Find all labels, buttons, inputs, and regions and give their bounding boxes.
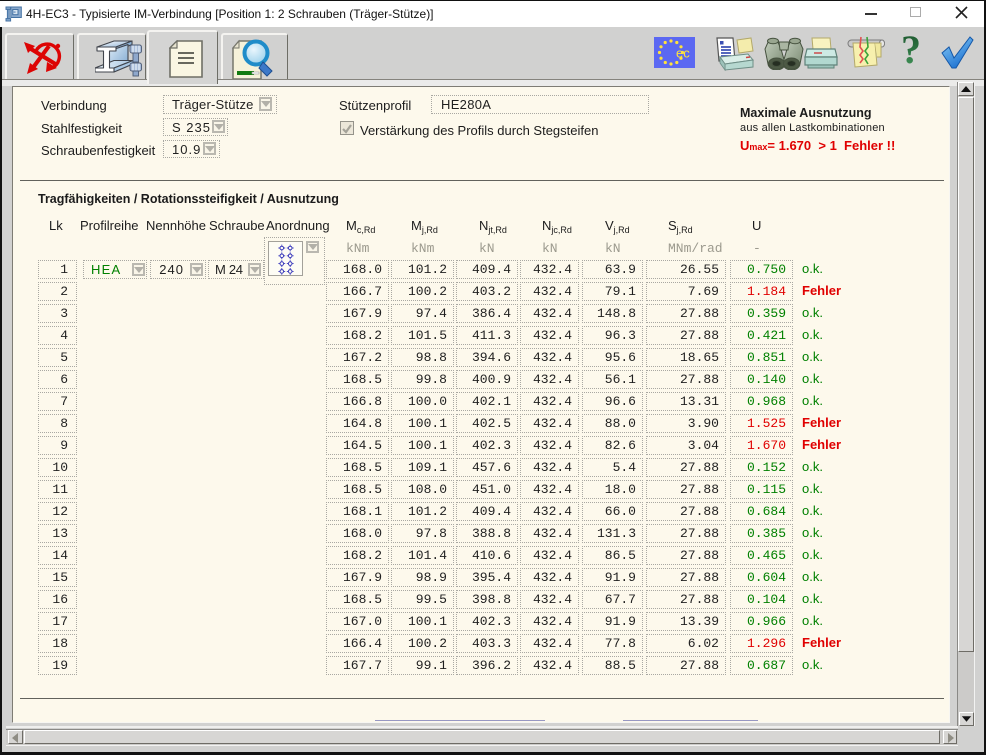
svg-text:?: ? [901,33,921,69]
svg-text:ec: ec [676,46,690,61]
